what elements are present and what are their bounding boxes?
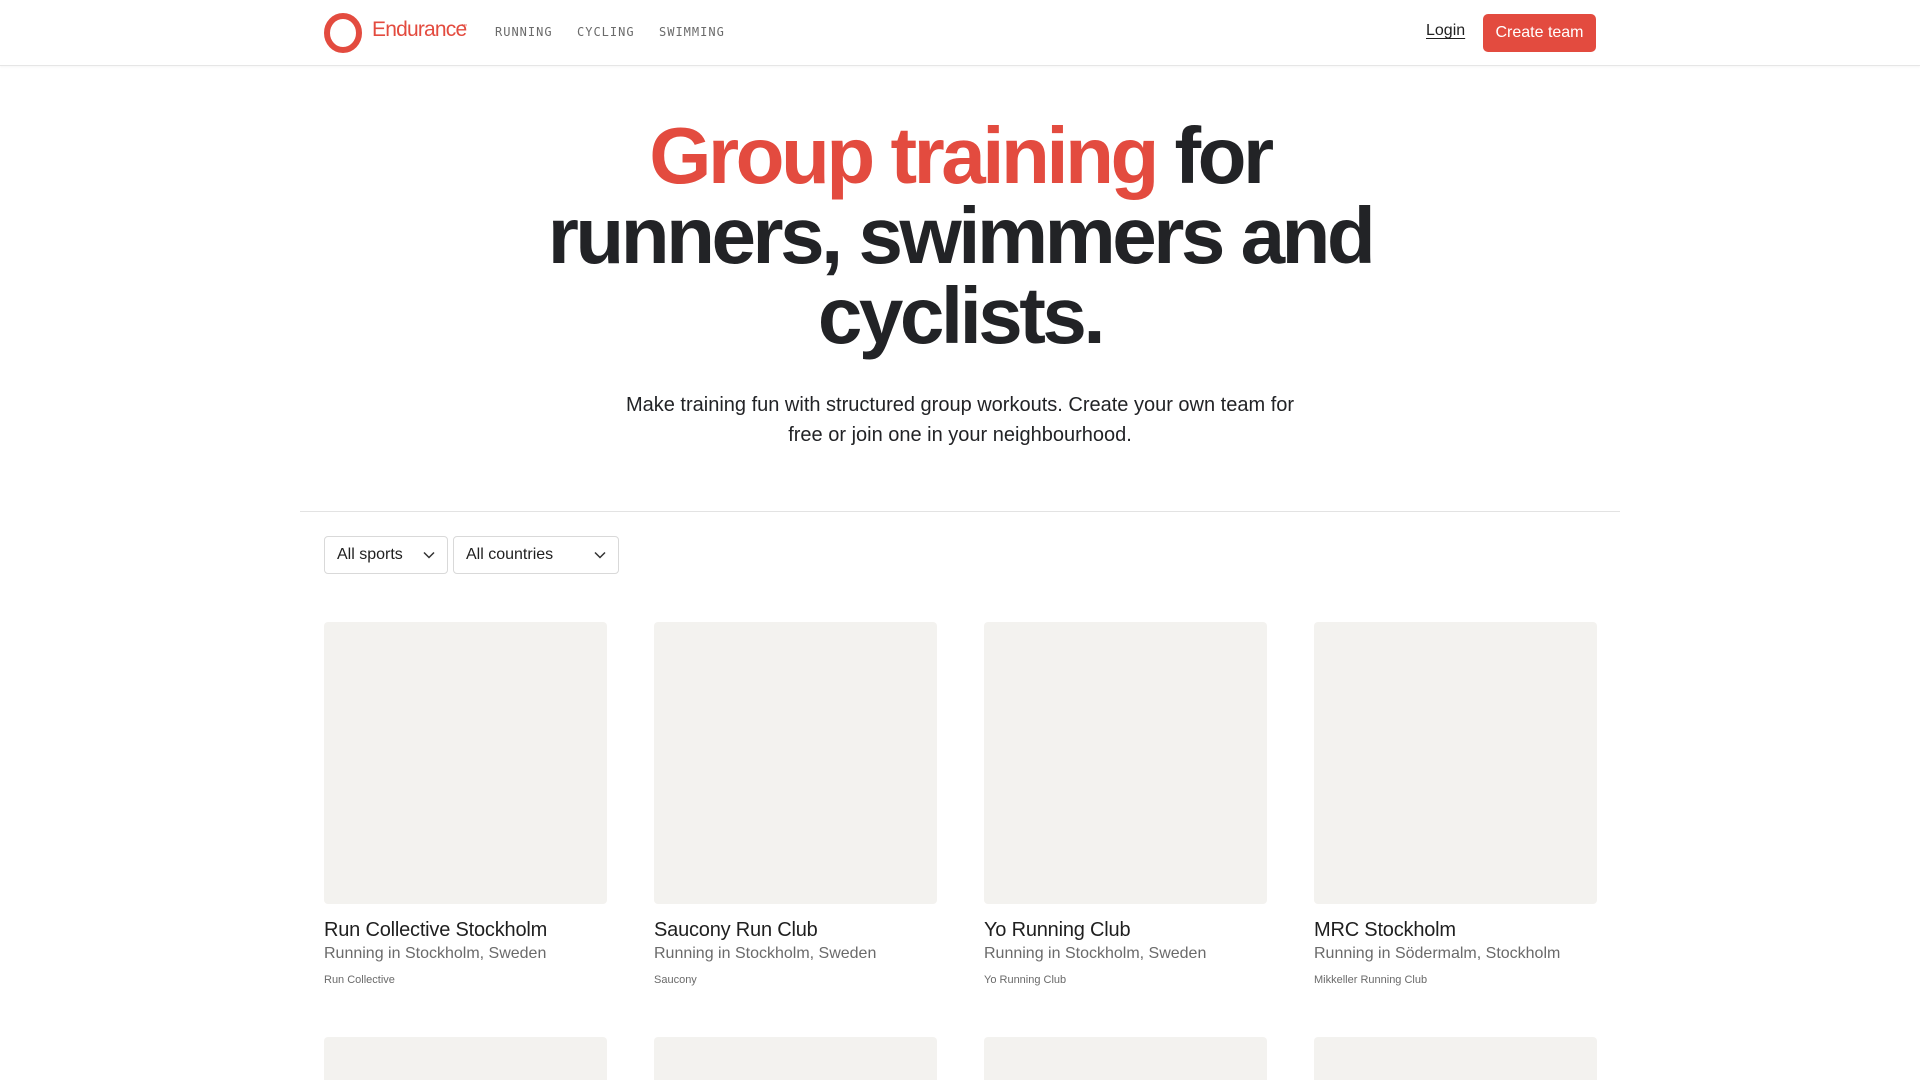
site-header: Endurance ™ RUNNING CYCLING SWIMMING Log… — [0, 0, 1920, 66]
brand-name[interactable]: Endurance — [372, 18, 467, 42]
team-card-brand: Saucony — [654, 974, 697, 986]
team-card-image[interactable] — [654, 1037, 937, 1080]
team-card-image[interactable] — [324, 622, 607, 904]
section-divider — [300, 511, 1620, 512]
nav-running[interactable]: RUNNING — [495, 25, 553, 39]
hero-title-line3: cyclists. — [817, 271, 1106, 360]
hero-title-line1-rest: for — [1155, 111, 1275, 200]
team-card-title[interactable]: Yo Running Club — [984, 919, 1131, 942]
team-card-brand: Run Collective — [324, 974, 395, 986]
hero-title: Group training for runners, swimmers and… — [460, 116, 1460, 356]
team-card-image[interactable] — [654, 622, 937, 904]
sports-filter-select[interactable]: All sports — [324, 536, 448, 574]
team-card-title[interactable]: MRC Stockholm — [1314, 919, 1456, 942]
team-card-image[interactable] — [1314, 1037, 1597, 1080]
team-card[interactable]: Saucony Run Club Running in Stockholm, S… — [654, 622, 937, 986]
team-card-brand: Mikkeller Running Club — [1314, 974, 1428, 986]
create-team-button[interactable]: Create team — [1483, 14, 1596, 52]
team-card[interactable]: Yo Running Club Running in Stockholm, Sw… — [984, 622, 1267, 986]
nav-swimming[interactable]: SWIMMING — [659, 25, 725, 39]
login-link[interactable]: Login — [1426, 22, 1465, 40]
team-card-location: Running in Stockholm, Sweden — [984, 945, 1207, 962]
hero-title-line2: runners, swimmers and — [547, 191, 1376, 280]
team-card-image[interactable] — [984, 622, 1267, 904]
team-card-location: Running in Södermalm, Stockholm — [1314, 945, 1561, 962]
countries-filter-select[interactable]: All countries — [453, 536, 619, 574]
team-card-title[interactable]: Run Collective Stockholm — [324, 919, 547, 942]
team-card-brand: Yo Running Club — [984, 974, 1067, 986]
team-card-image[interactable] — [1314, 622, 1597, 904]
team-card-title[interactable]: Saucony Run Club — [654, 919, 818, 942]
hero-subtitle: Make training fun with structured group … — [625, 394, 1295, 446]
team-card-image[interactable] — [984, 1037, 1267, 1080]
brand-trademark: ™ — [461, 24, 467, 30]
team-card-location: Running in Stockholm, Sweden — [324, 945, 547, 962]
hero-title-accent: Group training — [649, 111, 1159, 200]
endurance-logo-icon[interactable] — [323, 13, 363, 53]
chevron-down-icon — [594, 551, 606, 559]
nav-cycling[interactable]: CYCLING — [577, 25, 635, 39]
team-card-image[interactable] — [324, 1037, 607, 1080]
chevron-down-icon — [423, 551, 435, 559]
sports-filter-value: All sports — [337, 546, 403, 563]
team-card-location: Running in Stockholm, Sweden — [654, 945, 877, 962]
team-card[interactable]: Run Collective Stockholm Running in Stoc… — [324, 622, 607, 986]
countries-filter-value: All countries — [466, 546, 554, 563]
team-card[interactable]: MRC Stockholm Running in Södermalm, Stoc… — [1314, 622, 1597, 986]
